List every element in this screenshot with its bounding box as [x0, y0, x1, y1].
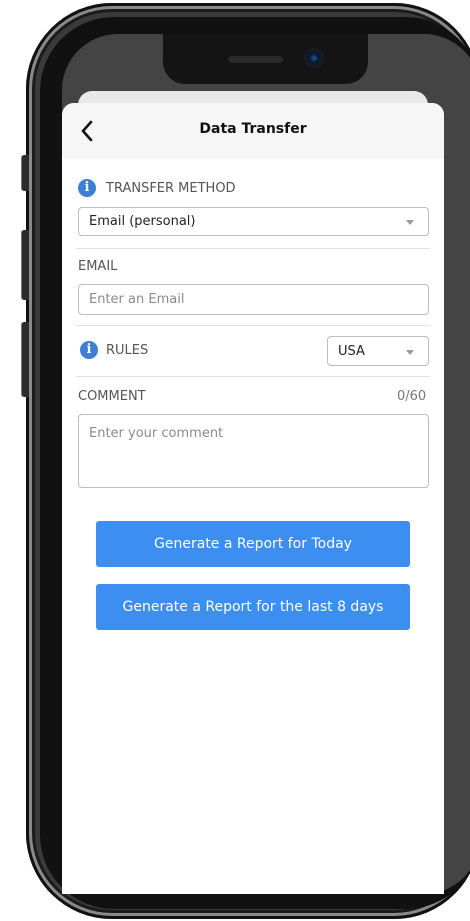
transfer-method-label: TRANSFER METHOD [106, 181, 236, 196]
volume-down-button [21, 322, 29, 397]
transfer-method-select[interactable]: Email (personal) [78, 207, 429, 236]
divider [76, 325, 430, 326]
info-icon[interactable]: i [78, 179, 96, 197]
comment-character-counter: 0/60 [397, 389, 427, 404]
divider [76, 248, 430, 249]
generate-report-today-button[interactable]: Generate a Report for Today [96, 521, 410, 567]
front-camera-icon [306, 50, 322, 66]
email-label: EMAIL [78, 259, 118, 274]
mute-switch [21, 155, 29, 191]
rules-label: RULES [106, 343, 149, 358]
navigation-bar: Data Transfer [62, 103, 444, 159]
email-placeholder: Enter an Email [89, 292, 185, 307]
comment-placeholder: Enter your comment [89, 426, 224, 441]
rules-value: USA [338, 344, 365, 359]
transfer-method-value: Email (personal) [89, 214, 196, 229]
divider [76, 376, 430, 377]
speaker-grille [228, 56, 283, 63]
email-field[interactable]: Enter an Email [78, 284, 429, 315]
rules-select[interactable]: USA [327, 336, 429, 366]
comment-textarea[interactable]: Enter your comment [78, 414, 429, 488]
notch [163, 34, 368, 84]
dropdown-caret-icon [406, 220, 414, 225]
volume-up-button [21, 230, 29, 300]
page-title: Data Transfer [199, 121, 307, 137]
generate-report-last-8-days-button[interactable]: Generate a Report for the last 8 days [96, 584, 410, 630]
comment-label: COMMENT [78, 389, 146, 404]
data-transfer-screen: Data Transfer i TRANSFER METHOD Email (p… [62, 103, 444, 894]
dropdown-caret-icon [406, 350, 414, 355]
info-icon[interactable]: i [80, 341, 98, 359]
